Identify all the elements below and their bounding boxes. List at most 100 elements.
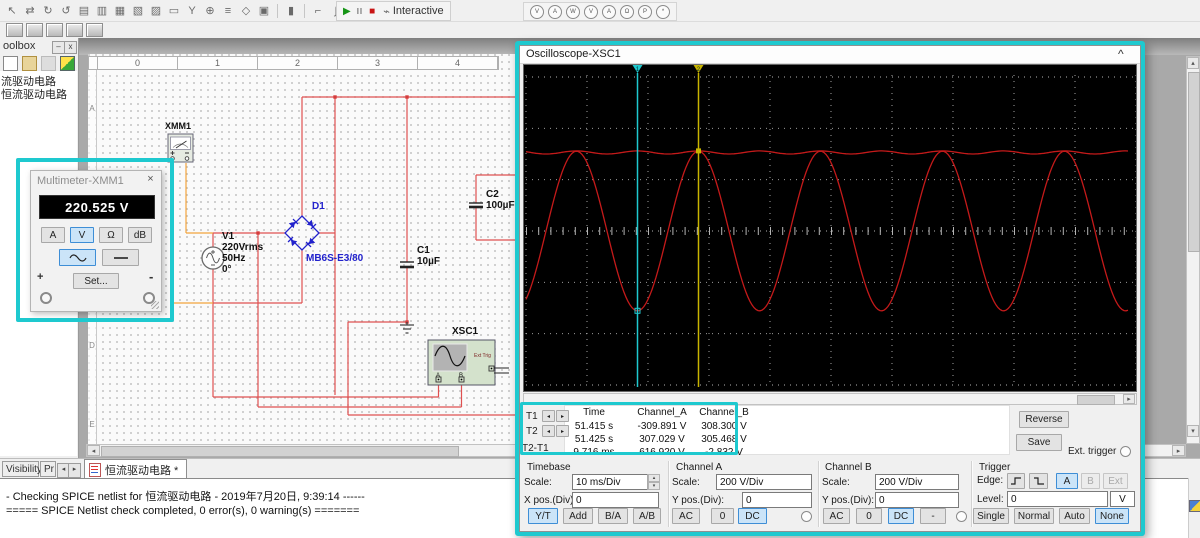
design-icon[interactable] xyxy=(60,56,75,71)
tab-next-button[interactable]: ▸ xyxy=(68,463,81,478)
dc-mode-button[interactable] xyxy=(102,249,139,266)
timebase-scale-spinner[interactable]: ▴ ▾ xyxy=(647,474,660,490)
d1-ref-label[interactable]: D1 xyxy=(312,202,325,212)
probe-power-icon[interactable]: W xyxy=(566,4,580,19)
interactive-mode-label[interactable]: Interactive xyxy=(393,5,444,17)
channel-b-terminal[interactable] xyxy=(956,511,967,522)
rotate-cw-icon[interactable]: ↻ xyxy=(40,3,56,19)
probe-impedance-icon[interactable]: Ω xyxy=(620,4,634,19)
c2-value-label[interactable]: 100µF xyxy=(486,201,515,211)
trigger-source-ext-button[interactable]: Ext xyxy=(1103,473,1128,489)
canvas-vscrollbar[interactable]: ▴ ▾ xyxy=(1186,56,1200,444)
scroll-left-button[interactable]: ◂ xyxy=(87,445,100,456)
trigger-none-button[interactable]: None xyxy=(1095,508,1129,524)
channel-b-zero-button[interactable]: 0 xyxy=(856,508,882,524)
ab-mode-button[interactable]: A/B xyxy=(633,508,661,524)
scroll-right-button[interactable]: ▸ xyxy=(1172,445,1185,456)
sheet-tab-active[interactable]: 恒流驱动电路 * xyxy=(84,459,188,480)
channel-b-scale-input[interactable]: 200 V/Div xyxy=(875,474,959,490)
instrument-thumb-3[interactable] xyxy=(46,22,63,37)
ohmmeter-button[interactable]: Ω xyxy=(99,227,123,243)
oscilloscope-window[interactable]: Oscilloscope-XSC1 ^ 12 ▸ T1 T2 T2-T1 ◂ ▸… xyxy=(515,41,1145,536)
sheet-icon[interactable]: ▤ xyxy=(76,3,92,19)
net-icon[interactable]: ▨ xyxy=(148,3,164,19)
open-folder-icon[interactable] xyxy=(22,56,37,71)
channel-a-zero-button[interactable]: 0 xyxy=(711,508,734,524)
diamond-icon[interactable]: ◇ xyxy=(238,3,254,19)
channel-a-ypos-input[interactable]: 0 xyxy=(742,492,812,508)
ac-mode-button[interactable] xyxy=(59,249,96,266)
set-button[interactable]: Set... xyxy=(73,273,119,289)
c1-ref-label[interactable]: C1 xyxy=(417,246,430,256)
new-document-icon[interactable] xyxy=(3,56,18,71)
multimeter-dialog[interactable]: Multimeter-XMM1 × 220.525 V A V Ω dB + -… xyxy=(30,170,162,312)
probe-bar-icon[interactable]: ▮ xyxy=(283,3,299,19)
trigger-level-unit-select[interactable]: V xyxy=(1110,491,1135,507)
corner-tool-icon[interactable]: ⌐ xyxy=(310,3,326,19)
voltmeter-button[interactable]: V xyxy=(70,227,94,243)
run-simulation-button[interactable]: ▶ xyxy=(343,6,351,17)
instrument-thumb-5[interactable] xyxy=(86,22,103,37)
db-button[interactable]: dB xyxy=(128,227,152,243)
channel-b-dc-button[interactable]: DC xyxy=(888,508,914,524)
v1-freq-label[interactable]: 50Hz xyxy=(222,254,245,264)
table-icon[interactable]: ▦ xyxy=(112,3,128,19)
probe-current-icon[interactable]: A xyxy=(548,4,562,19)
channel-a-ac-button[interactable]: AC xyxy=(672,508,700,524)
node-icon[interactable]: ⊕ xyxy=(202,3,218,19)
stop-simulation-button[interactable]: ■ xyxy=(369,6,375,17)
v1-ref-label[interactable]: V1 xyxy=(222,232,234,242)
positive-terminal[interactable] xyxy=(40,292,52,304)
probe-settings-icon[interactable]: * xyxy=(656,4,670,19)
toolbox-close-button[interactable]: x xyxy=(64,41,77,54)
c1-value-label[interactable]: 10µF xyxy=(417,257,440,267)
probe-voltage-t-icon[interactable]: V xyxy=(584,4,598,19)
vscroll-thumb[interactable] xyxy=(1188,72,1200,252)
instrument-thumb-1[interactable] xyxy=(6,22,23,37)
channel-b-ac-button[interactable]: AC xyxy=(823,508,850,524)
grid-icon[interactable]: ▥ xyxy=(94,3,110,19)
trigger-level-input[interactable]: 0 xyxy=(1007,491,1108,507)
label-box-icon[interactable]: ▭ xyxy=(166,3,182,19)
timebase-xpos-input[interactable]: 0 xyxy=(572,492,659,508)
trigger-auto-button[interactable]: Auto xyxy=(1059,508,1090,524)
scope-hscroll-thumb[interactable] xyxy=(1077,395,1115,405)
hscroll-thumb[interactable] xyxy=(101,446,459,457)
xsc1-ref-label[interactable]: XSC1 xyxy=(452,327,478,337)
channel-a-scale-input[interactable]: 200 V/Div xyxy=(716,474,812,490)
cursor1-left-button[interactable]: ◂ xyxy=(542,410,555,422)
falling-edge-button[interactable] xyxy=(1029,473,1048,489)
probe-voltage-icon[interactable]: V xyxy=(530,4,544,19)
d1-part-label[interactable]: MB6S-E3/80 xyxy=(306,254,363,264)
probe-param-icon[interactable]: P xyxy=(638,4,652,19)
instrument-thumb-2[interactable] xyxy=(26,22,43,37)
rising-edge-button[interactable] xyxy=(1007,473,1025,489)
xmm1-ref-label[interactable]: XMM1 xyxy=(165,121,191,131)
c2-ref-label[interactable]: C2 xyxy=(486,190,499,200)
ammeter-button[interactable]: A xyxy=(41,227,65,243)
channel-a-terminal[interactable] xyxy=(801,511,812,522)
trigger-source-b-button[interactable]: B xyxy=(1081,473,1100,489)
tree-item-sheet[interactable]: 恒流驱动电路 xyxy=(1,86,67,102)
oscilloscope-screen[interactable]: 12 xyxy=(523,64,1137,392)
scope-hscrollbar[interactable]: ▸ xyxy=(523,393,1137,405)
ba-mode-button[interactable]: B/A xyxy=(598,508,628,524)
channel-b-ypos-input[interactable]: 0 xyxy=(875,492,959,508)
scope-scroll-right-button[interactable]: ▸ xyxy=(1123,394,1135,404)
scroll-up-button[interactable]: ▴ xyxy=(1187,57,1199,69)
tab-project[interactable]: Pr xyxy=(40,461,56,477)
ext-trigger-terminal[interactable] xyxy=(1120,446,1131,457)
scroll-down-button[interactable]: ▾ xyxy=(1187,425,1199,437)
v1-phase-label[interactable]: 0° xyxy=(222,265,232,275)
add-mode-button[interactable]: Add xyxy=(563,508,593,524)
channel-a-dc-button[interactable]: DC xyxy=(738,508,767,524)
trigger-normal-button[interactable]: Normal xyxy=(1014,508,1054,524)
save-button[interactable]: Save xyxy=(1016,434,1062,451)
cursor2-left-button[interactable]: ◂ xyxy=(542,425,555,437)
list-icon[interactable]: ≡ xyxy=(220,3,236,19)
yt-mode-button[interactable]: Y/T xyxy=(528,508,558,524)
timebase-scale-input[interactable]: 10 ms/Div xyxy=(572,474,659,490)
oscilloscope-titlebar[interactable]: Oscilloscope-XSC1 ^ xyxy=(520,46,1140,64)
hatch-icon[interactable]: ▧ xyxy=(130,3,146,19)
save-icon[interactable] xyxy=(41,56,56,71)
